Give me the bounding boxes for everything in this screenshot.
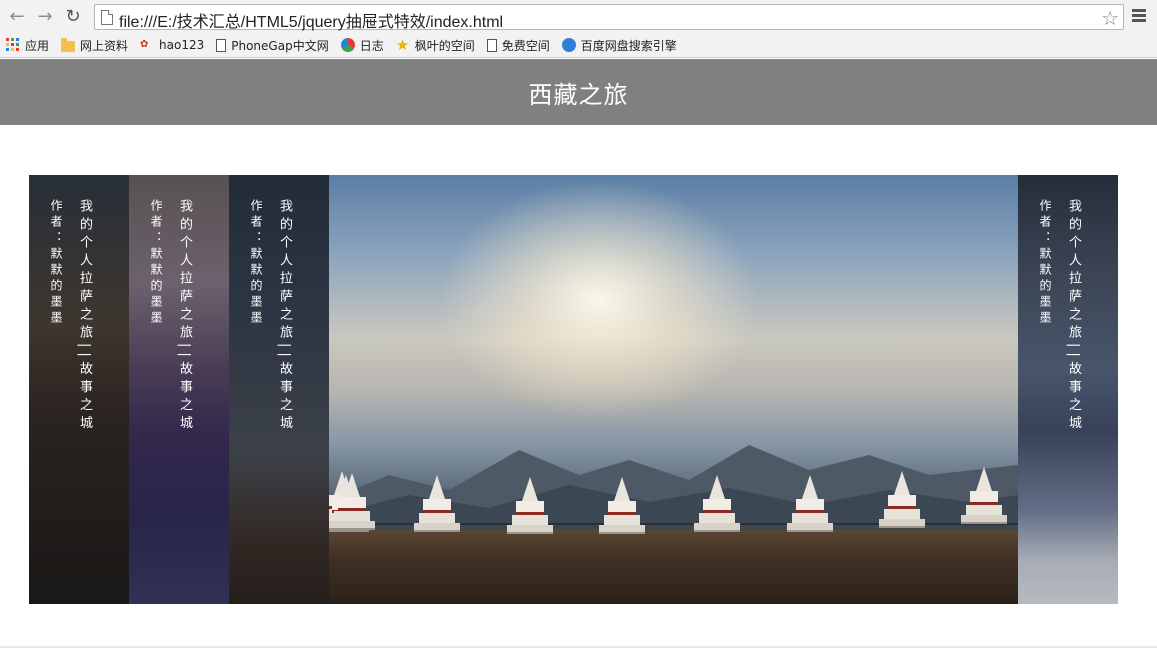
hao123-icon: ✿ [140,39,149,50]
page-icon [216,38,227,52]
bookmark-label: 日志 [359,38,384,53]
stupa [599,477,645,534]
page-icon [486,38,497,52]
bookmark-baidu-pan-search[interactable]: 百度网盘搜索引擎 [561,37,677,54]
star-icon: ★ [395,36,410,54]
cloud-icon [561,38,576,52]
stupa [961,467,1007,524]
accordion-panel-5[interactable]: 我的个人拉萨之旅||故事之城 作者：默默的墨墨 [1018,175,1118,604]
panel-title: 我的个人拉萨之旅||故事之城 [1066,199,1081,434]
bookmark-blog[interactable]: 日志 [340,37,384,54]
page-title: 西藏之旅 [528,80,629,109]
wooden-deck [329,530,1018,604]
stupa [329,473,375,530]
address-bar[interactable]: file:///E:/技术汇总/HTML5/jquery抽屉式特效/index.… [94,4,1124,32]
bookmark-label: hao123 [159,38,205,52]
accordion-panel-1[interactable]: 我的个人拉萨之旅||故事之城 作者：默默的墨墨 [29,175,129,604]
stupa [879,471,925,528]
bookmark-label: 百度网盘搜索引擎 [580,38,677,53]
bookmark-label: 免费空间 [501,38,550,53]
panel-author: 作者：默默的墨墨 [1038,199,1052,327]
bookmark-label: 枫叶的空间 [414,38,475,53]
bookmark-phonegap[interactable]: PhoneGap中文网 [216,37,329,54]
bookmarks-bar: 应用 网上资料 ✿ hao123 PhoneGap中文网 日志 ★ 枫叶的空间 … [0,34,1157,56]
stupa [694,475,740,532]
stupa [414,475,460,532]
browser-chrome: ← → ↻ file:///E:/技术汇总/HTML5/jquery抽屉式特效/… [0,0,1157,58]
accordion-panel-expanded[interactable] [329,175,1018,604]
forward-arrow-icon[interactable]: → [34,6,56,28]
bookmark-free-space[interactable]: 免费空间 [486,37,550,54]
browser-toolbar: ← → ↻ file:///E:/技术汇总/HTML5/jquery抽屉式特效/… [0,0,1157,34]
address-url[interactable]: file:///E:/技术汇总/HTML5/jquery抽屉式特效/index.… [119,8,503,32]
accordion-panel-2[interactable]: 我的个人拉萨之旅||故事之城 作者：默默的墨墨 [129,175,229,604]
back-arrow-icon[interactable]: ← [6,6,28,28]
bookmark-maple-space[interactable]: ★ 枫叶的空间 [396,37,475,54]
reload-icon[interactable]: ↻ [62,6,84,28]
bookmark-star-icon[interactable]: ☆ [1101,6,1119,30]
bookmark-apps[interactable]: 应用 [6,37,49,54]
bookmark-hao123[interactable]: ✿ hao123 [140,38,204,52]
panel-title: 我的个人拉萨之旅||故事之城 [177,199,192,434]
stupa [787,475,833,532]
panel-title: 我的个人拉萨之旅||故事之城 [77,199,92,434]
bookmark-label: 应用 [25,38,50,53]
stupa [507,477,553,534]
panel-title: 我的个人拉萨之旅||故事之城 [277,199,292,434]
colorful-orb-icon [340,38,355,52]
bookmark-folder[interactable]: 网上资料 [61,37,128,54]
panel-author: 作者：默默的墨墨 [49,199,63,327]
bookmark-label: PhoneGap中文网 [231,38,329,53]
site-header: 西藏之旅 [0,59,1157,125]
apps-grid-icon [6,38,20,52]
accordion-panel-3[interactable]: 我的个人拉萨之旅||故事之城 作者：默默的墨墨 [229,175,329,604]
hamburger-menu-icon[interactable] [1131,7,1147,25]
page-icon [101,10,113,25]
panel-author: 作者：默默的墨墨 [249,199,263,327]
panel-author: 作者：默默的墨墨 [149,199,163,327]
folder-icon [61,37,76,52]
accordion-drawer: 我的个人拉萨之旅||故事之城 作者：默默的墨墨 我的个人拉萨之旅||故事之城 作… [29,175,1118,604]
bookmark-label: 网上资料 [80,38,129,53]
